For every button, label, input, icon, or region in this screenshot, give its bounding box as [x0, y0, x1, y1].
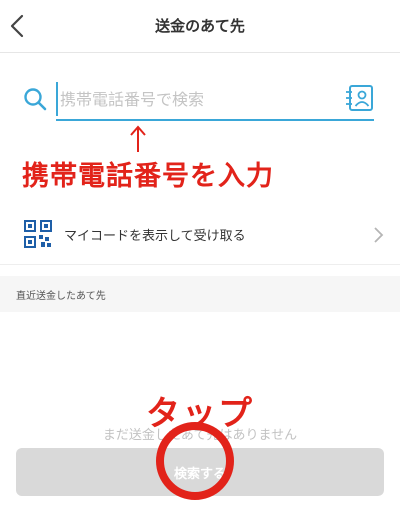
recent-section-header: 直近送金したあて先 — [0, 276, 400, 312]
annotation-arrow-icon — [130, 125, 146, 152]
contacts-icon[interactable] — [344, 84, 374, 112]
chevron-right-icon — [374, 227, 384, 243]
page-title: 送金のあて先 — [155, 17, 245, 35]
annotation-instruction: 携帯電話番号を入力 — [22, 161, 274, 192]
search-underline — [56, 119, 374, 121]
empty-recent-message: まだ送金したあて先はありません — [102, 428, 298, 443]
search-bar — [22, 78, 378, 124]
my-code-label: マイコードを表示して受け取る — [64, 229, 246, 244]
search-button[interactable]: 検索する — [16, 448, 384, 496]
header-bar: 送金のあて先 — [0, 0, 400, 53]
qr-code-icon — [24, 220, 52, 248]
recent-section-label: 直近送金したあて先 — [16, 291, 106, 302]
search-icon — [24, 88, 47, 111]
my-code-row[interactable]: マイコードを表示して受け取る — [0, 204, 400, 265]
phone-search-input[interactable] — [56, 82, 336, 116]
